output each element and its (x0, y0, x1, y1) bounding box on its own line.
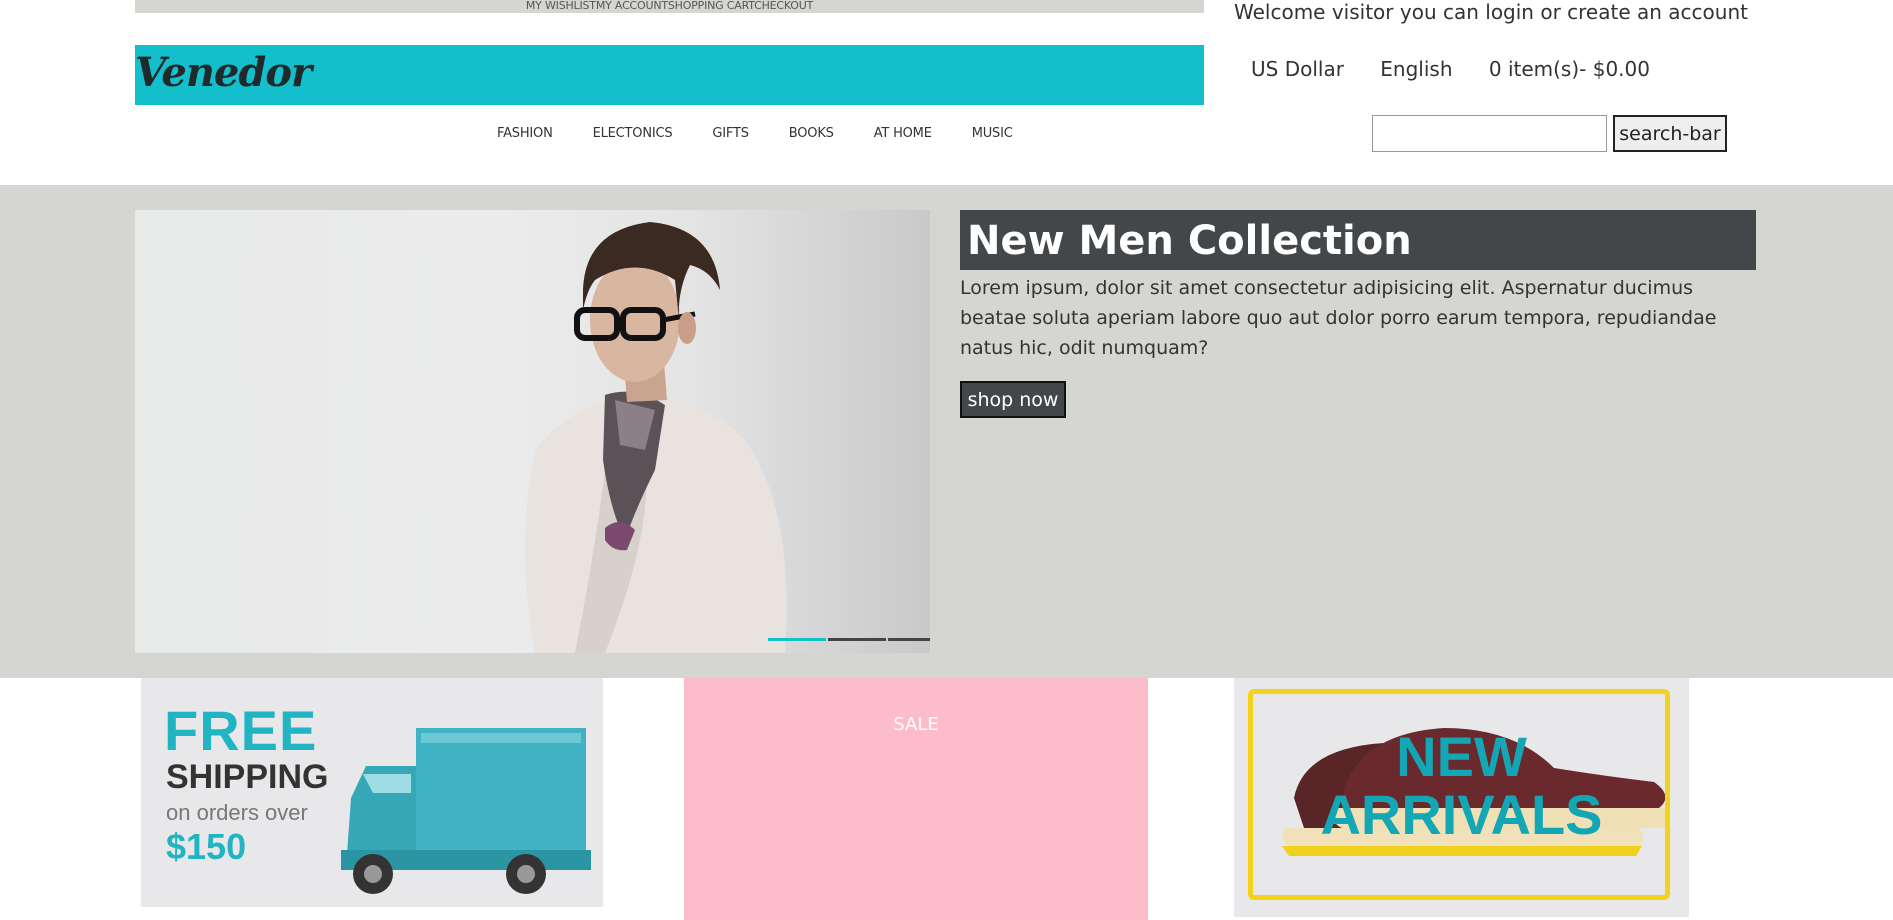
top-links-bar[interactable]: MY WISHLISTMY ACCOUNTSHOPPING CARTCHECKO… (135, 0, 1204, 13)
slider-dot-1[interactable] (768, 638, 826, 641)
currency-selector[interactable]: US Dollar (1251, 57, 1344, 81)
nav-item-gifts[interactable]: GIFTS (712, 126, 749, 141)
slider-indicators (768, 638, 930, 641)
language-selector[interactable]: English (1380, 57, 1452, 81)
free-shipping-banner[interactable]: FREE SHIPPING on orders over $150 (141, 678, 603, 907)
man-in-suit-illustration (525, 222, 787, 653)
hero-image (135, 210, 930, 653)
slider-dot-2[interactable] (828, 638, 886, 641)
shop-now-button[interactable]: shop now (960, 381, 1066, 418)
nav-item-music[interactable]: MUSIC (972, 126, 1013, 141)
nav-item-electonics[interactable]: ELECTONICS (593, 126, 673, 141)
slider-dot-3[interactable] (888, 638, 930, 641)
delivery-truck-icon (341, 728, 591, 894)
new-arrivals-banner[interactable]: NEW ARRIVALS (1234, 678, 1689, 917)
nav-item-books[interactable]: BOOKS (789, 126, 834, 141)
site-logo[interactable]: Venedor (135, 49, 312, 96)
top-links-text[interactable]: MY WISHLISTMY ACCOUNTSHOPPING CARTCHECKO… (526, 0, 813, 12)
sale-banner[interactable]: SALE (684, 678, 1148, 920)
hero-section: New Men Collection Lorem ipsum, dolor si… (0, 185, 1893, 678)
cart-summary[interactable]: 0 item(s)- $0.00 (1489, 57, 1650, 81)
logo-band: Venedor (135, 45, 1204, 105)
header-utility-row: US Dollar English 0 item(s)- $0.00 (1251, 57, 1680, 81)
page: MY WISHLISTMY ACCOUNTSHOPPING CARTCHECKO… (0, 0, 1893, 920)
hero-description: Lorem ipsum, dolor sit amet consectetur … (960, 277, 1717, 359)
main-nav: FASHION ELECTONICS GIFTS BOOKS AT HOME M… (497, 126, 1053, 141)
hero-title: New Men Collection (960, 210, 1756, 270)
search-button[interactable]: search-bar (1613, 115, 1727, 152)
nav-item-at-home[interactable]: AT HOME (874, 126, 932, 141)
new-arrivals-line1: NEW (1396, 725, 1527, 788)
welcome-message: Welcome visitor you can login or create … (1234, 0, 1748, 24)
new-arrivals-text: NEW ARRIVALS (1234, 728, 1689, 844)
new-arrivals-line2: ARRIVALS (1320, 783, 1603, 846)
sale-label: SALE (893, 714, 939, 735)
search-input[interactable] (1372, 115, 1607, 152)
nav-item-fashion[interactable]: FASHION (497, 126, 553, 141)
